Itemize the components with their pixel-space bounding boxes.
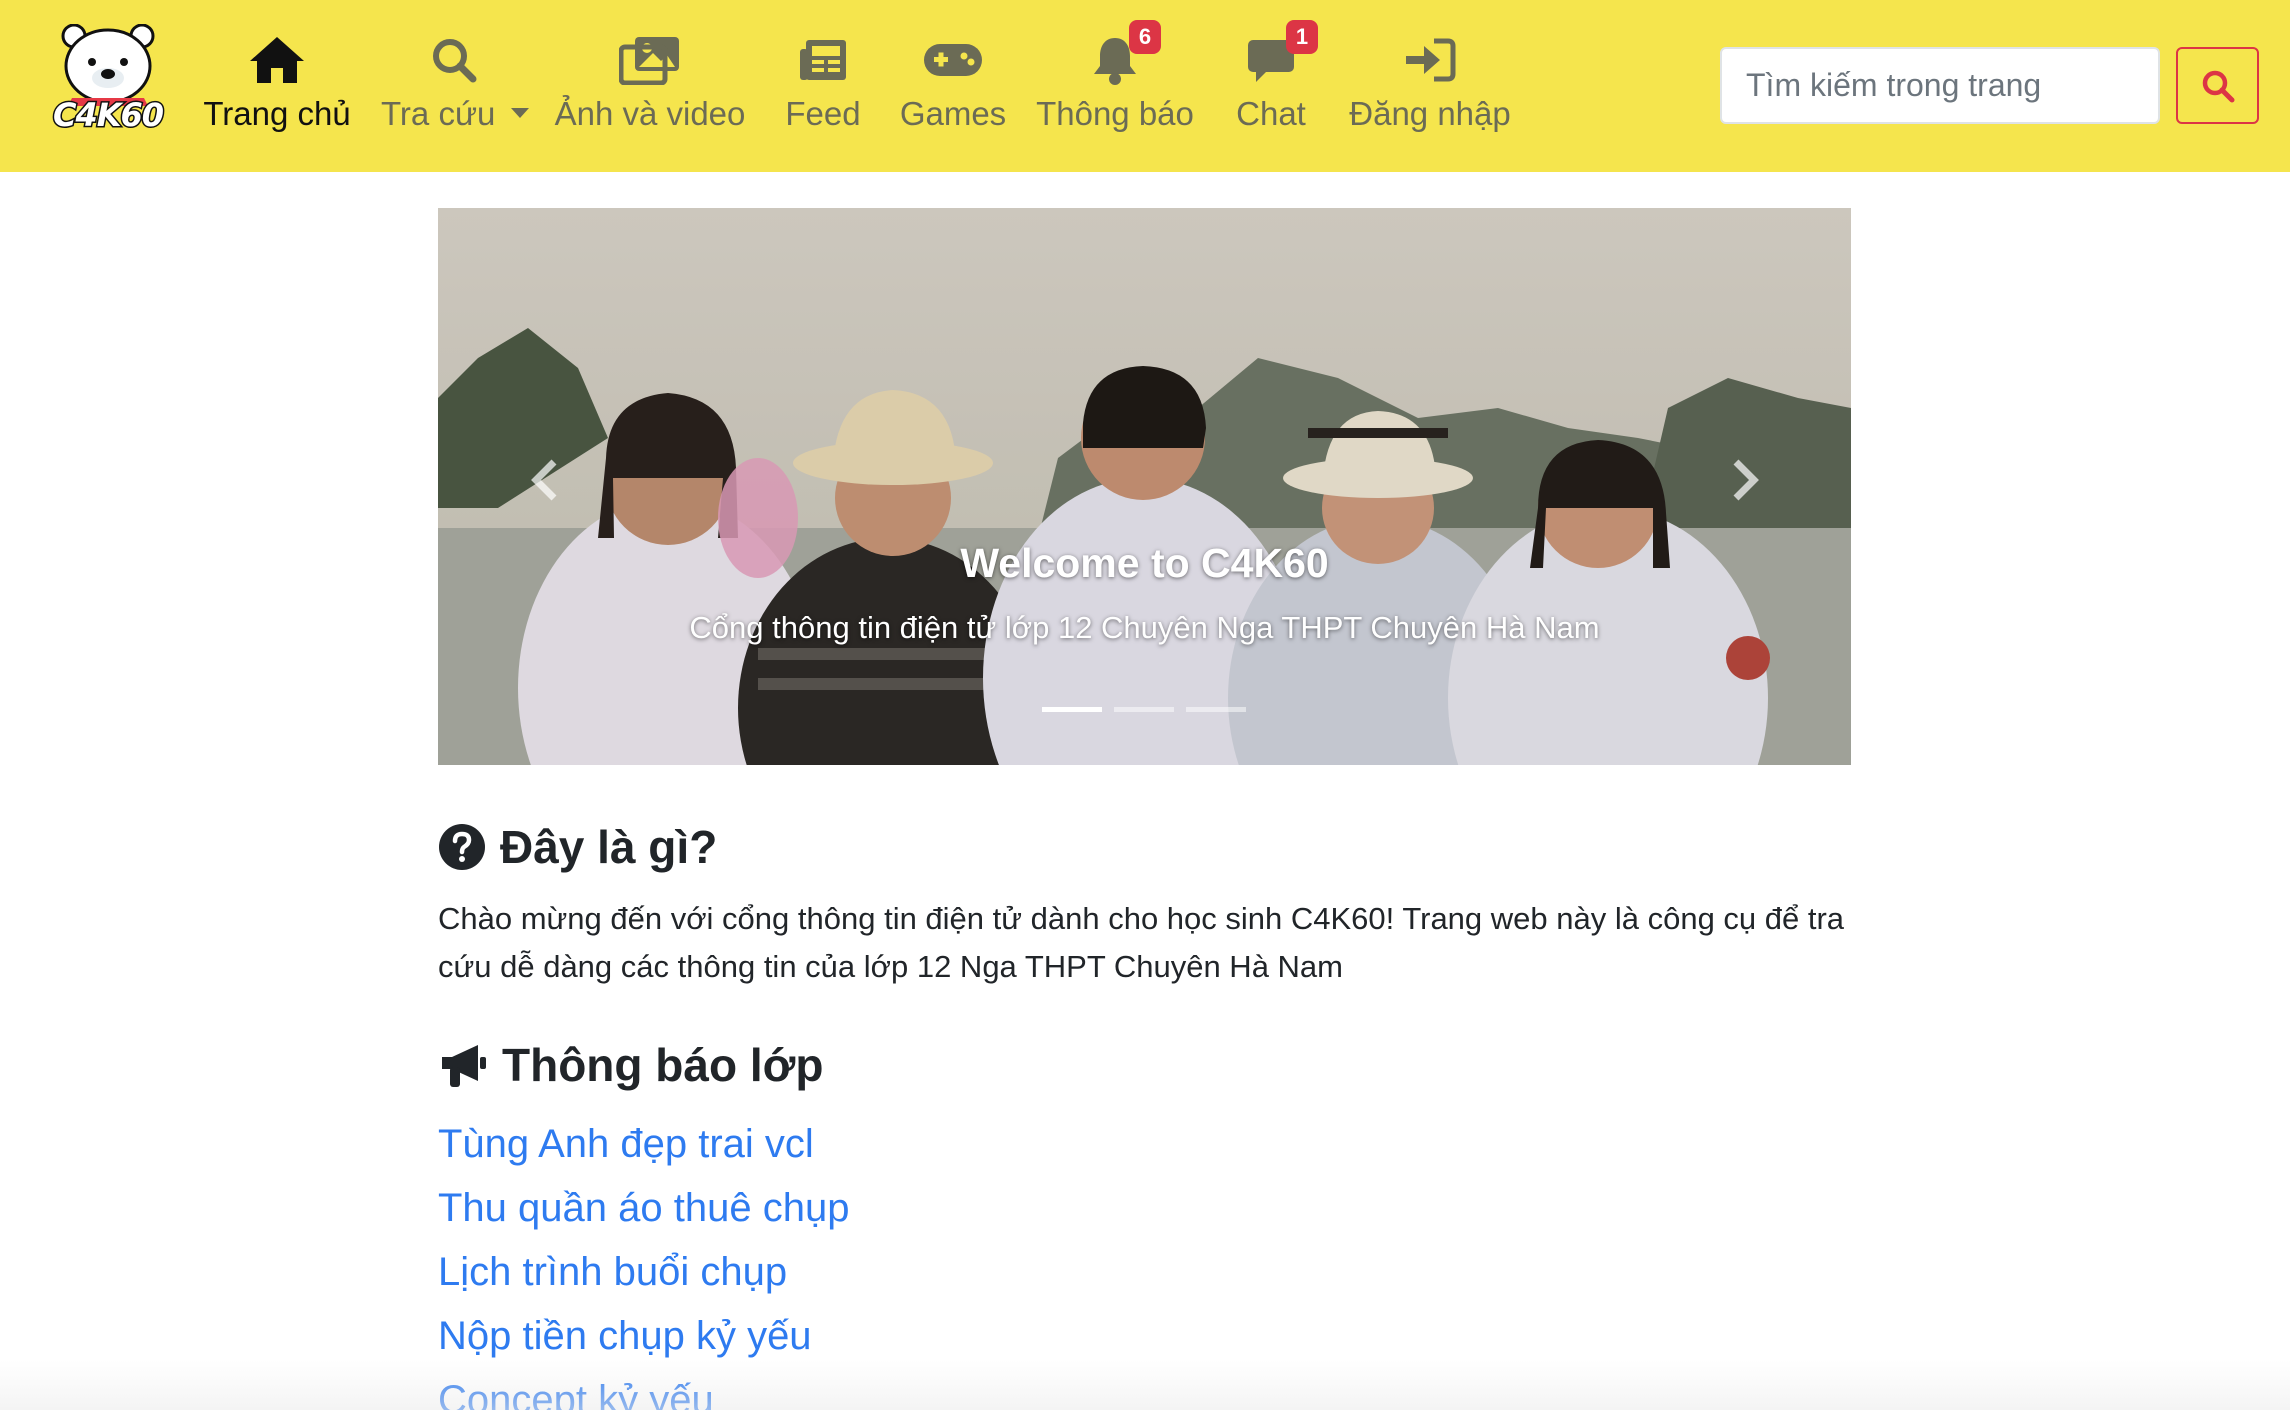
- about-text: Chào mừng đến với cổng thông tin điện tử…: [438, 901, 1845, 984]
- sign-in-icon: [1404, 30, 1456, 90]
- carousel-title: Welcome to C4K60: [960, 540, 1329, 586]
- bullhorn-icon: [438, 1041, 488, 1089]
- chat-count-badge: 1: [1286, 20, 1318, 54]
- announcement-link[interactable]: Lịch trình buổi chụp: [438, 1240, 849, 1304]
- announcement-list: Tùng Anh đẹp trai vcl Thu quần áo thuê c…: [438, 1112, 849, 1410]
- chevron-down-icon: [511, 108, 530, 119]
- nav-lookup-dropdown[interactable]: Tra cứu: [381, 0, 530, 172]
- carousel-indicator[interactable]: [1042, 707, 1102, 712]
- carousel-indicator[interactable]: [1114, 707, 1174, 712]
- nav-media-label: Ảnh và video: [554, 95, 746, 132]
- about-heading: Đây là gì?: [438, 820, 717, 874]
- nav-feed-label: Feed: [785, 95, 861, 132]
- nav-notifications-label: Thông báo: [1036, 95, 1194, 132]
- nav-home[interactable]: Trang chủ: [203, 0, 351, 172]
- chat-icon: 1: [1246, 20, 1318, 90]
- search-icon: [2201, 69, 2235, 103]
- logo-text: C4K60: [51, 95, 165, 136]
- group-photo: [438, 208, 1851, 765]
- nav-games[interactable]: Games: [900, 0, 1006, 172]
- bell-icon: 6: [1091, 20, 1161, 90]
- nav-games-label: Games: [899, 95, 1007, 132]
- bottom-shadow: [0, 1360, 2290, 1410]
- search-button[interactable]: [2176, 47, 2259, 124]
- carousel-indicators: [1042, 707, 1246, 712]
- carousel-next-button[interactable]: [1728, 458, 1762, 502]
- nav-chat-label: Chat: [1236, 95, 1306, 132]
- carousel-prev-button[interactable]: [528, 458, 562, 502]
- navbar: C4K60 Trang chủ Tra cứu Ảnh và video Fee…: [0, 0, 2290, 172]
- announcements-heading-text: Thông báo lớp: [502, 1039, 824, 1091]
- nav-login[interactable]: Đăng nhập: [1349, 0, 1511, 172]
- nav-lookup-label: Tra cứu: [381, 95, 496, 132]
- search-icon: [431, 30, 477, 90]
- nav-home-label: Trang chủ: [203, 95, 351, 132]
- question-circle-icon: [438, 823, 486, 871]
- home-icon: [248, 30, 306, 90]
- notifications-count-badge: 6: [1129, 20, 1161, 54]
- announcements-heading: Thông báo lớp: [438, 1038, 823, 1092]
- chevron-right-icon: [1728, 458, 1762, 502]
- images-icon: [619, 30, 681, 90]
- announcement-link[interactable]: Nộp tiền chụp kỷ yếu: [438, 1304, 849, 1368]
- announcement-link[interactable]: Concept kỷ yếu: [438, 1368, 849, 1410]
- hero-carousel: Welcome to C4K60 Cổng thông tin điện tử …: [438, 208, 1851, 765]
- carousel-subtitle: Cổng thông tin điện tử lớp 12 Chuyên Nga…: [689, 610, 1600, 645]
- nav-media[interactable]: Ảnh và video: [554, 0, 746, 172]
- announcement-link[interactable]: Tùng Anh đẹp trai vcl: [438, 1112, 849, 1176]
- nav-notifications[interactable]: 6 Thông báo: [1036, 0, 1194, 172]
- brand-logo[interactable]: C4K60: [44, 23, 172, 140]
- chevron-left-icon: [528, 458, 562, 502]
- nav-login-label: Đăng nhập: [1349, 95, 1511, 132]
- gamepad-icon: [922, 30, 984, 90]
- announcement-link[interactable]: Thu quần áo thuê chụp: [438, 1176, 849, 1240]
- search-input[interactable]: [1720, 47, 2160, 124]
- carousel-indicator[interactable]: [1186, 707, 1246, 712]
- newspaper-icon: [798, 30, 848, 90]
- nav-feed[interactable]: Feed: [778, 0, 868, 172]
- about-heading-text: Đây là gì?: [500, 821, 718, 873]
- nav-chat[interactable]: 1 Chat: [1226, 0, 1318, 172]
